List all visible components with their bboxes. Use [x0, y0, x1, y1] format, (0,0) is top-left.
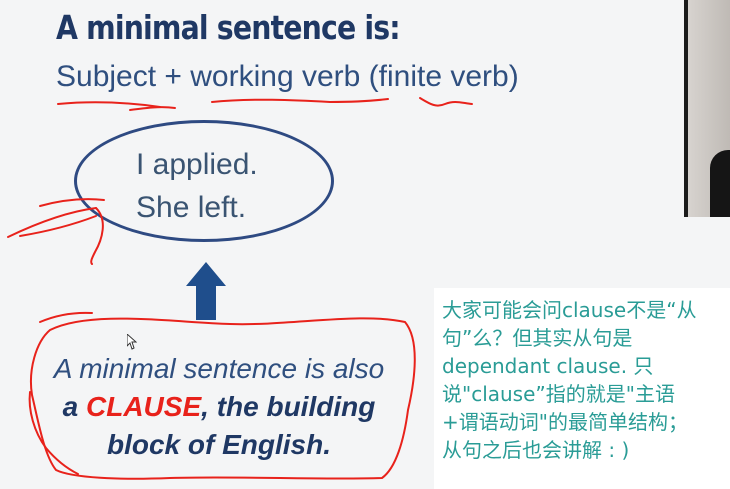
example-sentence-2: She left.	[136, 191, 247, 224]
definition-text: A minimal sentence is also a CLAUSE, the…	[30, 350, 408, 464]
note-line: 从句之后也会讲解 : )	[442, 438, 630, 462]
definition-line-2-suffix: , the building	[201, 391, 376, 422]
slide-canvas: A minimal sentence is: Subject + working…	[0, 0, 730, 489]
webcam-overlay	[684, 0, 730, 217]
up-arrow-icon	[186, 262, 226, 320]
chinese-note-box: 大家可能会问clause不是“从 句”么？但其实从句是 dependant cl…	[434, 288, 730, 489]
note-line: 句”么？但其实从句是	[442, 326, 633, 350]
slide-title: A minimal sentence is:	[56, 8, 401, 47]
example-sentence-1: I applied.	[136, 148, 258, 181]
note-line: +谓语动词"的最简单结构；	[442, 410, 688, 434]
definition-line-2: a CLAUSE, the building	[30, 388, 408, 426]
note-line: 说"clause”指的就是"主语	[442, 382, 675, 406]
note-line: 大家可能会问clause不是“从	[442, 298, 697, 322]
definition-line-1: A minimal sentence is also	[53, 353, 385, 384]
definition-line-2-prefix: a	[62, 391, 87, 422]
mouse-cursor-icon	[127, 334, 137, 350]
slide-subtitle: Subject + working verb (finite verb)	[56, 60, 519, 93]
note-line: dependant clause. 只	[442, 354, 654, 378]
clause-highlight: CLAUSE	[86, 391, 202, 422]
definition-line-3: block of English.	[106, 429, 331, 460]
webcam-person	[710, 150, 730, 217]
